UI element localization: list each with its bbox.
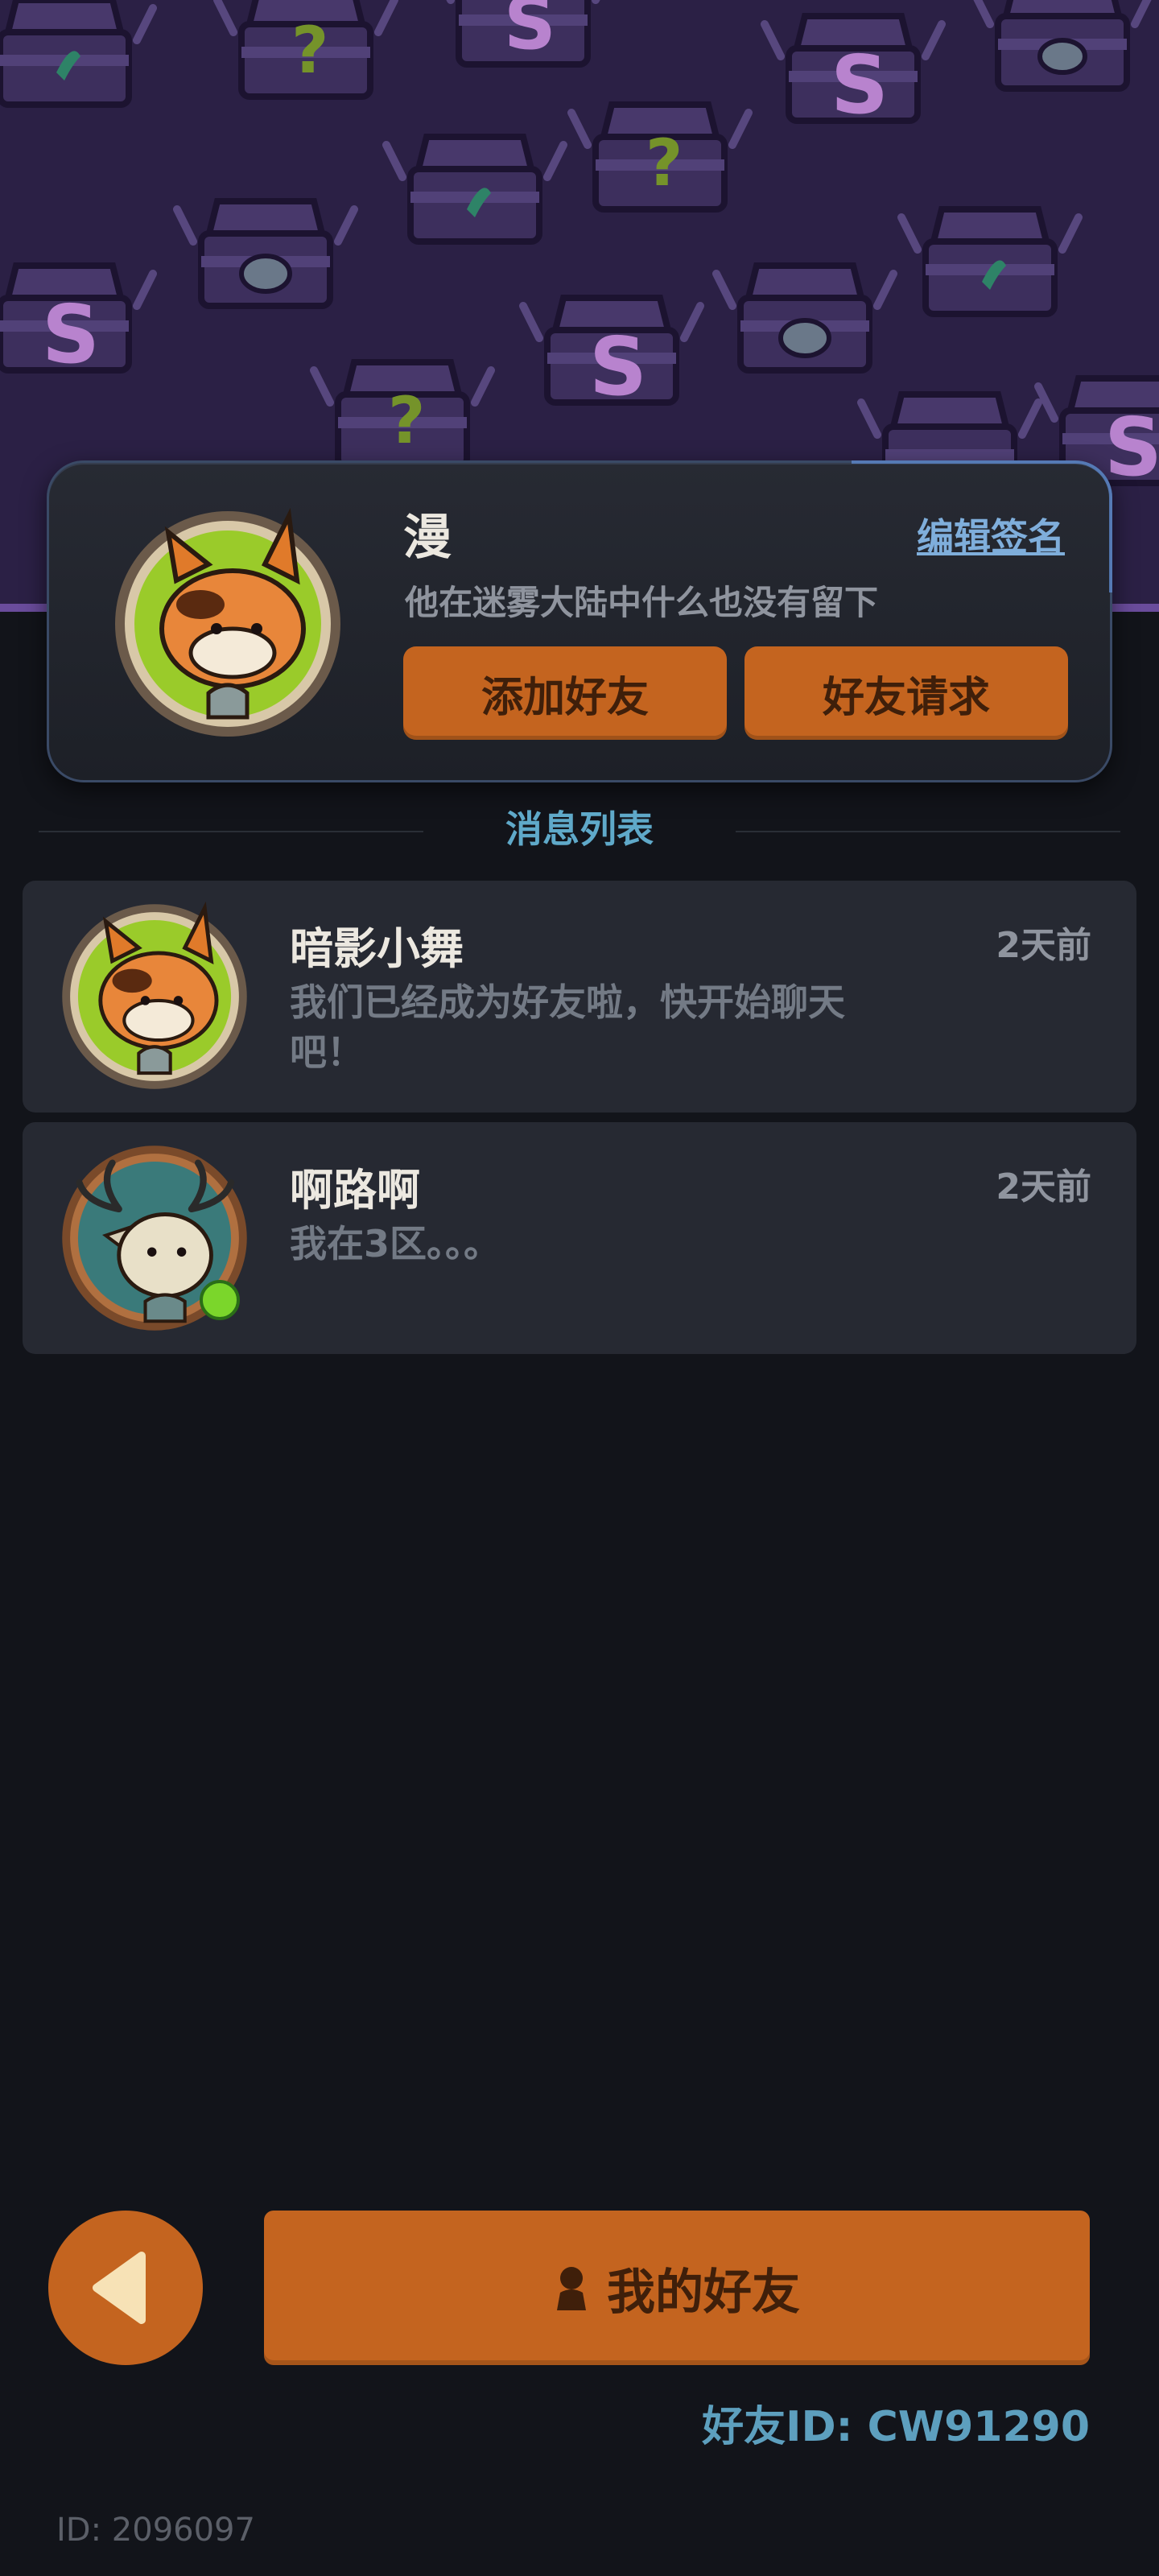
section-title: 消息列表 bbox=[505, 807, 654, 851]
fox-avatar bbox=[62, 901, 247, 1089]
fox-avatar bbox=[115, 507, 340, 737]
message-preview: 我在3区。。。 bbox=[290, 1222, 501, 1265]
message-item[interactable]: 啊路啊 2天前 我在3区。。。 bbox=[23, 1122, 1136, 1354]
online-status-dot bbox=[200, 1280, 240, 1320]
message-sender-name: 暗影小舞 bbox=[290, 923, 464, 974]
my-friends-button[interactable]: 我的好友 bbox=[264, 2211, 1090, 2365]
message-sender-name: 啊路啊 bbox=[290, 1165, 420, 1216]
profile-signature: 他在迷雾大陆中什么也没有留下 bbox=[405, 583, 879, 622]
my-friends-label: 我的好友 bbox=[607, 2264, 800, 2321]
svg-text:?: ? bbox=[645, 126, 683, 200]
edit-signature-link[interactable]: 编辑签名 bbox=[917, 508, 1065, 561]
user-id-text: ID: 2096097 bbox=[56, 2512, 255, 2549]
message-time: 2天前 bbox=[996, 925, 1091, 966]
message-avatar bbox=[60, 901, 250, 1092]
message-item[interactable]: 暗影小舞 2天前 我们已经成为好友啦，快开始聊天吧！ bbox=[23, 881, 1136, 1113]
message-preview: 我们已经成为好友啦，快开始聊天吧！ bbox=[290, 980, 845, 1074]
profile-name: 漫 bbox=[403, 510, 452, 566]
back-arrow-icon bbox=[93, 2252, 146, 2324]
svg-text:S: S bbox=[831, 38, 889, 132]
svg-text:S: S bbox=[42, 287, 100, 382]
message-time: 2天前 bbox=[996, 1166, 1091, 1208]
svg-text:S: S bbox=[504, 0, 556, 66]
add-friend-button[interactable]: 添加好友 bbox=[403, 646, 727, 740]
profile-avatar[interactable] bbox=[112, 507, 344, 740]
person-icon bbox=[557, 2267, 586, 2310]
friend-request-button[interactable]: 好友请求 bbox=[744, 646, 1068, 740]
svg-text:?: ? bbox=[291, 13, 328, 88]
profile-card: 漫 编辑签名 他在迷雾大陆中什么也没有留下 添加好友 好友请求 bbox=[47, 460, 1112, 782]
svg-text:?: ? bbox=[388, 383, 425, 458]
back-button[interactable] bbox=[48, 2211, 203, 2365]
svg-text:S: S bbox=[1104, 400, 1159, 494]
svg-text:S: S bbox=[589, 320, 647, 414]
friend-id-text: 好友ID: CW91290 bbox=[702, 2403, 1090, 2451]
